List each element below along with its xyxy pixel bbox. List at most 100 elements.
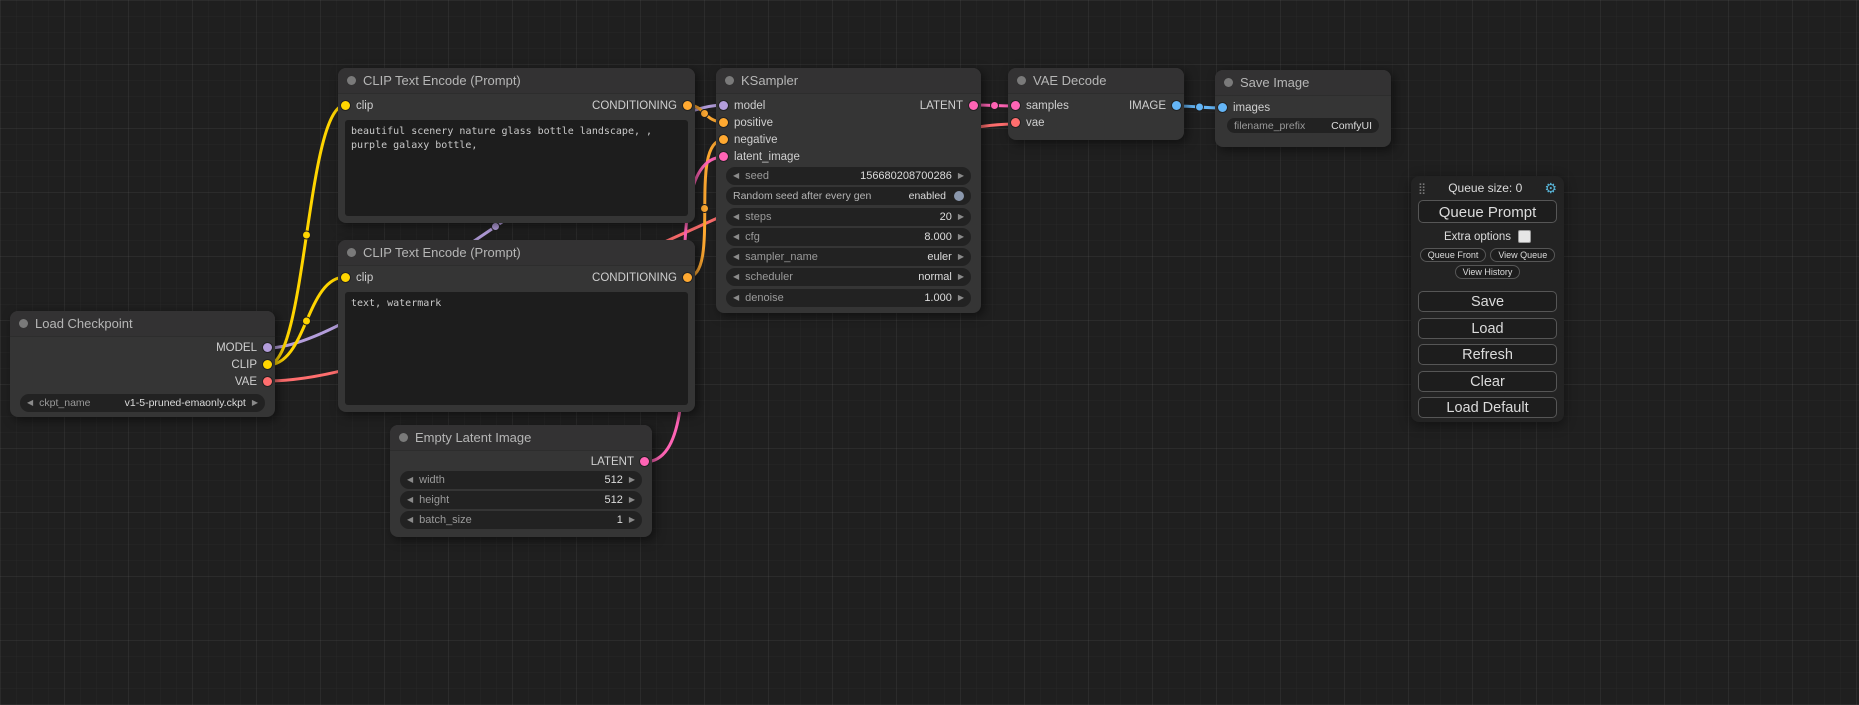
prompt-text-input[interactable]: beautiful scenery nature glass bottle la… <box>345 120 688 216</box>
decrement-arrow-icon[interactable]: ◀ <box>733 213 739 221</box>
input-dot-latent-image[interactable] <box>719 152 728 161</box>
output-label-clip: CLIP <box>231 359 257 371</box>
extra-options-label: Extra options <box>1444 231 1511 243</box>
input-dot-clip[interactable] <box>341 101 350 110</box>
increment-arrow-icon[interactable]: ▶ <box>958 233 964 241</box>
node-title: VAE Decode <box>1033 73 1106 88</box>
comfyui-canvas[interactable]: { "icons": { "left_arrow": "◀", "right_a… <box>0 0 1859 705</box>
decrement-arrow-icon[interactable]: ◀ <box>407 516 413 524</box>
node-ksampler[interactable]: KSampler model LATENT positive negative <box>716 68 981 313</box>
node-title-bar[interactable]: Empty Latent Image <box>390 425 652 451</box>
decrement-arrow-icon[interactable]: ◀ <box>733 273 739 281</box>
node-vae-decode[interactable]: VAE Decode samples IMAGE vae <box>1008 68 1184 140</box>
input-label-vae: vae <box>1026 117 1045 129</box>
widget-seed[interactable]: ◀ seed 156680208700286 ▶ <box>726 167 971 185</box>
load-button[interactable]: Load <box>1418 318 1557 339</box>
input-dot-model[interactable] <box>719 101 728 110</box>
output-dot-conditioning[interactable] <box>683 273 692 282</box>
increment-arrow-icon[interactable]: ▶ <box>958 253 964 261</box>
refresh-button[interactable]: Refresh <box>1418 344 1557 365</box>
input-label-samples: samples <box>1026 100 1069 112</box>
widget-value: v1-5-pruned-emaonly.ckpt <box>125 397 246 409</box>
settings-gear-icon[interactable]: ⚙ <box>1544 181 1557 195</box>
node-empty-latent-image[interactable]: Empty Latent Image LATENT ◀ width 512 ▶ … <box>390 425 652 537</box>
input-dot-vae[interactable] <box>1011 118 1020 127</box>
collapse-dot-icon[interactable] <box>347 248 356 257</box>
extra-options-checkbox[interactable] <box>1518 230 1531 243</box>
increment-arrow-icon[interactable]: ▶ <box>958 294 964 302</box>
decrement-arrow-icon[interactable]: ◀ <box>733 172 739 180</box>
collapse-dot-icon[interactable] <box>725 76 734 85</box>
node-clip-text-encode-positive[interactable]: CLIP Text Encode (Prompt) clip CONDITION… <box>338 68 695 223</box>
clear-button[interactable]: Clear <box>1418 371 1557 392</box>
output-dot-latent[interactable] <box>969 101 978 110</box>
view-history-button[interactable]: View History <box>1455 265 1521 279</box>
queue-prompt-button[interactable]: Queue Prompt <box>1418 200 1557 223</box>
slot-row: samples IMAGE <box>1008 97 1184 114</box>
node-title-bar[interactable]: CLIP Text Encode (Prompt) <box>338 68 695 94</box>
input-dot-positive[interactable] <box>719 118 728 127</box>
decrement-arrow-icon[interactable]: ◀ <box>733 253 739 261</box>
decrement-arrow-icon[interactable]: ◀ <box>407 476 413 484</box>
widget-cfg[interactable]: ◀ cfg 8.000 ▶ <box>726 228 971 246</box>
output-dot-conditioning[interactable] <box>683 101 692 110</box>
collapse-dot-icon[interactable] <box>347 76 356 85</box>
widget-steps[interactable]: ◀ steps 20 ▶ <box>726 208 971 226</box>
increment-arrow-icon[interactable]: ▶ <box>958 273 964 281</box>
widget-width[interactable]: ◀ width 512 ▶ <box>400 471 642 489</box>
increment-arrow-icon[interactable]: ▶ <box>629 516 635 524</box>
widget-name: filename_prefix <box>1234 120 1305 132</box>
widget-sampler-name[interactable]: ◀ sampler_name euler ▶ <box>726 248 971 266</box>
node-clip-text-encode-negative[interactable]: CLIP Text Encode (Prompt) clip CONDITION… <box>338 240 695 412</box>
node-title-bar[interactable]: KSampler <box>716 68 981 94</box>
widget-scheduler[interactable]: ◀ scheduler normal ▶ <box>726 268 971 286</box>
output-dot-vae[interactable] <box>263 377 272 386</box>
node-title-bar[interactable]: Save Image <box>1215 70 1391 96</box>
widget-random-seed-toggle[interactable]: Random seed after every gen enabled <box>726 187 971 205</box>
node-title-bar[interactable]: Load Checkpoint <box>10 311 275 337</box>
output-dot-model[interactable] <box>263 343 272 352</box>
collapse-dot-icon[interactable] <box>1017 76 1026 85</box>
slot-row: model LATENT <box>716 97 981 114</box>
input-dot-samples[interactable] <box>1011 101 1020 110</box>
decrement-arrow-icon[interactable]: ◀ <box>27 399 33 407</box>
node-title-bar[interactable]: CLIP Text Encode (Prompt) <box>338 240 695 266</box>
decrement-arrow-icon[interactable]: ◀ <box>733 233 739 241</box>
collapse-dot-icon[interactable] <box>1224 78 1233 87</box>
drag-handle-icon[interactable]: ⣿ <box>1418 182 1426 195</box>
increment-arrow-icon[interactable]: ▶ <box>252 399 258 407</box>
collapse-dot-icon[interactable] <box>399 433 408 442</box>
slot-row: MODEL <box>10 339 275 356</box>
node-load-checkpoint[interactable]: Load Checkpoint MODEL CLIP VAE ◀ ckpt_na… <box>10 311 275 417</box>
increment-arrow-icon[interactable]: ▶ <box>958 172 964 180</box>
widget-height[interactable]: ◀ height 512 ▶ <box>400 491 642 509</box>
toggle-knob[interactable] <box>954 191 964 201</box>
input-dot-images[interactable] <box>1218 103 1227 112</box>
wire-midpoint-dot <box>701 110 709 118</box>
node-title-bar[interactable]: VAE Decode <box>1008 68 1184 94</box>
node-save-image[interactable]: Save Image images filename_prefix ComfyU… <box>1215 70 1391 147</box>
save-button[interactable]: Save <box>1418 291 1557 312</box>
collapse-dot-icon[interactable] <box>19 319 28 328</box>
widget-value: 512 <box>604 494 622 506</box>
widget-filename-prefix[interactable]: filename_prefix ComfyUI <box>1227 118 1379 133</box>
decrement-arrow-icon[interactable]: ◀ <box>407 496 413 504</box>
output-dot-image[interactable] <box>1172 101 1181 110</box>
widget-batch-size[interactable]: ◀ batch_size 1 ▶ <box>400 511 642 529</box>
widget-denoise[interactable]: ◀ denoise 1.000 ▶ <box>726 289 971 307</box>
output-dot-clip[interactable] <box>263 360 272 369</box>
decrement-arrow-icon[interactable]: ◀ <box>733 294 739 302</box>
input-dot-clip[interactable] <box>341 273 350 282</box>
increment-arrow-icon[interactable]: ▶ <box>629 476 635 484</box>
input-dot-negative[interactable] <box>719 135 728 144</box>
queue-front-button[interactable]: Queue Front <box>1420 248 1487 262</box>
wire-clip-negative <box>268 277 346 365</box>
widget-name: cfg <box>745 231 760 243</box>
load-default-button[interactable]: Load Default <box>1418 397 1557 418</box>
output-dot-latent[interactable] <box>640 457 649 466</box>
increment-arrow-icon[interactable]: ▶ <box>629 496 635 504</box>
widget-ckpt-name[interactable]: ◀ ckpt_name v1-5-pruned-emaonly.ckpt ▶ <box>20 394 265 412</box>
increment-arrow-icon[interactable]: ▶ <box>958 213 964 221</box>
prompt-text-input[interactable]: text, watermark <box>345 292 688 405</box>
view-queue-button[interactable]: View Queue <box>1490 248 1555 262</box>
